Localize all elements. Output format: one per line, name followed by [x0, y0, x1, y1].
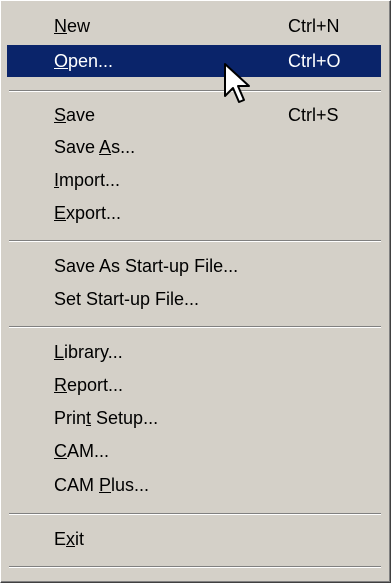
menu-item-save[interactable]: Save Ctrl+S — [7, 99, 381, 131]
menu-item-cam-label: CAM... — [54, 440, 110, 461]
file-menu: New Ctrl+N Open... Ctrl+O Save Ctrl+S Sa… — [0, 0, 391, 583]
menu-item-save-as-startup-file[interactable]: Save As Start-up File... — [7, 250, 381, 282]
menu-item-library-label: Library... — [54, 341, 123, 362]
menu-item-print-setup[interactable]: Print Setup... — [7, 402, 381, 434]
menu-item-new-shortcut: Ctrl+N — [288, 15, 340, 36]
menu-item-library[interactable]: Library... — [7, 336, 381, 368]
menu-item-exit[interactable]: Exit — [7, 523, 381, 555]
menu-item-import[interactable]: Import... — [7, 164, 381, 196]
menu-item-open[interactable]: Open... Ctrl+O — [7, 45, 381, 77]
menu-item-set-startup-file-label: Set Start-up File... — [54, 288, 200, 309]
menu-item-report[interactable]: Report... — [7, 369, 381, 401]
menu-item-open-shortcut: Ctrl+O — [288, 50, 341, 71]
menu-item-set-startup-file[interactable]: Set Start-up File... — [7, 283, 381, 315]
menu-item-export[interactable]: Export... — [7, 197, 381, 229]
menu-item-save-shortcut: Ctrl+S — [288, 104, 339, 125]
menu-item-new-label: New — [54, 15, 91, 36]
menu-item-cam-plus[interactable]: CAM Plus... — [7, 469, 381, 501]
menu-separator — [9, 513, 381, 515]
menu-item-save-as-startup-file-label: Save As Start-up File... — [54, 255, 239, 276]
menu-item-new[interactable]: New Ctrl+N — [7, 10, 381, 42]
menu-item-cam[interactable]: CAM... — [7, 435, 381, 467]
menu-item-print-setup-label: Print Setup... — [54, 407, 159, 428]
menu-separator — [9, 90, 381, 92]
menu-separator — [9, 240, 381, 242]
menu-item-save-as-label: Save As... — [54, 136, 136, 157]
menu-separator — [9, 566, 381, 568]
menu-item-save-label: Save — [54, 104, 96, 125]
menu-item-import-label: Import... — [54, 169, 121, 190]
menu-separator — [9, 326, 381, 328]
menu-item-exit-label: Exit — [54, 528, 85, 549]
menu-item-cam-plus-label: CAM Plus... — [54, 474, 150, 495]
menu-item-save-as[interactable]: Save As... — [7, 131, 381, 163]
mouse-pointer-icon — [224, 63, 250, 103]
menu-item-open-label: Open... — [54, 50, 114, 71]
menu-item-export-label: Export... — [54, 202, 122, 223]
menu-item-report-label: Report... — [54, 374, 124, 395]
